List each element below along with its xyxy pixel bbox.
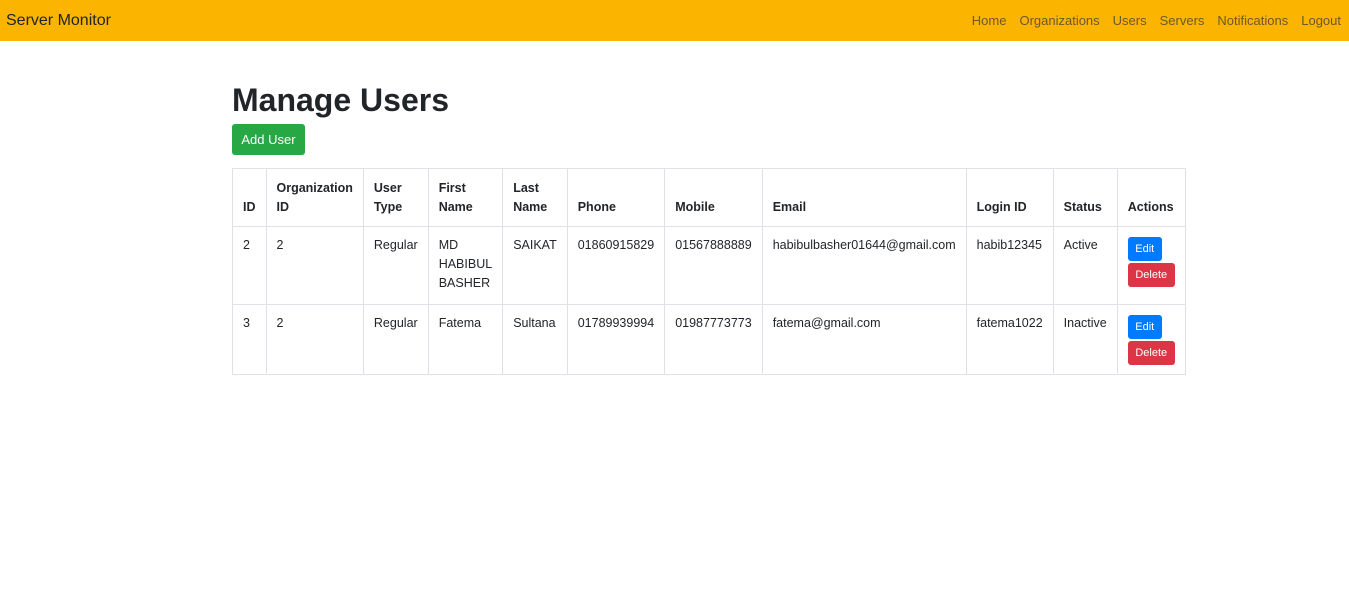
cell-mobile: 01567888889 xyxy=(664,226,763,305)
cell-email: fatema@gmail.com xyxy=(761,304,967,375)
column-header-login-id: Login ID xyxy=(965,168,1054,227)
cell-first-name: Fatema xyxy=(427,304,504,375)
nav-link-notifications[interactable]: Notifications xyxy=(1217,13,1288,28)
table-header-row: ID Organization ID User Type First Name Las… xyxy=(232,168,1186,227)
cell-status: Inactive xyxy=(1052,304,1118,375)
nav-link-logout[interactable]: Logout xyxy=(1301,13,1341,28)
cell-organization-id: 2 xyxy=(265,226,364,305)
add-user-button[interactable]: Add User xyxy=(232,124,305,155)
table-row: 2 2 Regular MD HABIBUL BASHER SAIKAT 01860… xyxy=(232,226,1186,305)
cell-status: Active xyxy=(1052,226,1118,305)
cell-id: 2 xyxy=(232,226,267,305)
nav-links: Home Organizations Users Servers Notific… xyxy=(959,13,1341,28)
cell-email: habibulbasher01644@gmail.com xyxy=(761,226,967,305)
cell-last-name: SAIKAT xyxy=(502,226,568,305)
cell-first-name: MD HABIBUL BASHER xyxy=(427,226,504,305)
cell-mobile: 01987773773 xyxy=(664,304,763,375)
column-header-first-name: First Name xyxy=(427,168,504,227)
cell-login-id: habib12345 xyxy=(965,226,1054,305)
nav-link-servers[interactable]: Servers xyxy=(1160,13,1205,28)
cell-actions: Edit Delete xyxy=(1116,226,1186,305)
edit-button[interactable]: Edit xyxy=(1127,237,1162,261)
delete-button[interactable]: Delete xyxy=(1127,341,1175,365)
column-header-email: Email xyxy=(761,168,967,227)
cell-user-type: Regular xyxy=(362,226,429,305)
cell-login-id: fatema1022 xyxy=(965,304,1054,375)
cell-id: 3 xyxy=(232,304,267,375)
cell-user-type: Regular xyxy=(362,304,429,375)
column-header-user-type: User Type xyxy=(362,168,429,227)
users-table: ID Organization ID User Type First Name Las… xyxy=(232,168,1186,375)
column-header-last-name: Last Name xyxy=(502,168,568,227)
nav-link-users[interactable]: Users xyxy=(1113,13,1147,28)
table-row: 3 2 Regular Fatema Sultana 01789939994 0… xyxy=(232,304,1186,375)
column-header-organization-id: Organization ID xyxy=(265,168,364,227)
cell-phone: 01789939994 xyxy=(566,304,666,375)
page-title: Manage Users xyxy=(232,82,449,118)
cell-last-name: Sultana xyxy=(502,304,568,375)
nav-link-home[interactable]: Home xyxy=(972,13,1007,28)
brand-logo[interactable]: Server Monitor xyxy=(6,12,111,30)
navbar: Server Monitor Home Organizations Users … xyxy=(0,0,1349,41)
column-header-actions: Actions xyxy=(1116,168,1186,227)
cell-organization-id: 2 xyxy=(265,304,364,375)
cell-actions: Edit Delete xyxy=(1116,304,1186,375)
delete-button[interactable]: Delete xyxy=(1127,263,1175,287)
column-header-id: ID xyxy=(232,168,267,227)
column-header-mobile: Mobile xyxy=(664,168,763,227)
column-header-phone: Phone xyxy=(566,168,666,227)
cell-phone: 01860915829 xyxy=(566,226,666,305)
edit-button[interactable]: Edit xyxy=(1127,315,1162,339)
nav-link-organizations[interactable]: Organizations xyxy=(1019,13,1099,28)
column-header-status: Status xyxy=(1052,168,1118,227)
